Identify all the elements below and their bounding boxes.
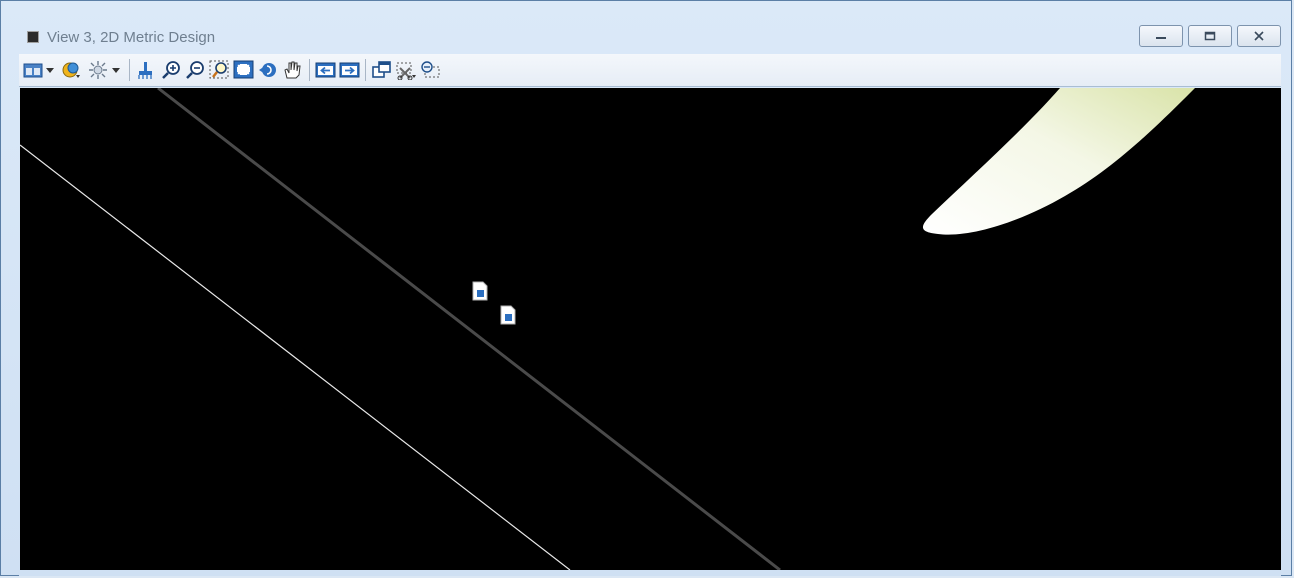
display-style-icon [62,62,80,78]
chevron-down-icon [46,68,54,73]
lighting-button[interactable] [87,59,109,81]
lighting-icon [89,61,107,79]
title-bar[interactable]: View 3, 2D Metric Design [9,21,1285,53]
view-window: View 3, 2D Metric Design [0,0,1292,576]
copy-view-icon [372,61,391,78]
zoom-in-button[interactable] [161,59,183,81]
view-attributes-dropdown[interactable] [43,59,57,81]
update-view-button[interactable] [135,59,157,81]
display-style-button[interactable] [61,59,83,81]
rotate-view-icon [259,63,276,77]
leaf-shape-element[interactable] [922,88,1195,235]
window-bottom-border [19,570,1281,576]
toolbar-separator [129,59,130,81]
chevron-down-icon [112,68,120,73]
lighting-dropdown[interactable] [109,59,123,81]
pan-view-icon [284,61,301,79]
close-icon [1254,31,1264,41]
clip-mask-icon [421,61,440,78]
restore-button[interactable] [1188,25,1232,47]
window-area-button[interactable] [209,59,231,81]
clip-volume-button[interactable] [395,59,417,81]
rotate-view-button[interactable] [257,59,279,81]
minimize-button[interactable] [1139,25,1183,47]
zoom-out-button[interactable] [185,59,207,81]
view-next-icon [339,62,360,78]
fit-view-icon [233,60,254,79]
design-graphics [20,88,1195,570]
toolbar-separator [365,59,366,81]
view-toolbar [19,54,1281,87]
document-icon [500,305,516,325]
thick-element-line[interactable] [157,88,781,570]
document-icon [472,281,488,301]
thin-element-line[interactable] [20,144,571,570]
restore-icon [1204,31,1216,41]
clip-mask-button[interactable] [419,59,441,81]
view-previous-icon [315,62,336,78]
minimize-icon [1156,37,1166,39]
close-button[interactable] [1237,25,1281,47]
pan-view-button[interactable] [281,59,303,81]
view-next-button[interactable] [339,59,361,81]
view-attributes-icon [23,63,43,78]
clip-volume-icon [396,62,416,80]
view-previous-button[interactable] [315,59,337,81]
window-title: View 3, 2D Metric Design [47,29,216,46]
window-controls [1139,25,1281,47]
view-attributes-button[interactable] [23,59,45,81]
zoom-in-icon [162,61,180,79]
toolbar-separator [309,59,310,81]
fit-view-button[interactable] [233,59,255,81]
update-view-icon [138,62,152,79]
view-window-icon [27,31,39,43]
view-canvas[interactable] [20,88,1281,570]
raster-reference-marker[interactable] [472,281,488,301]
copy-view-button[interactable] [371,59,393,81]
raster-reference-marker[interactable] [500,305,516,325]
zoom-out-icon [186,61,204,79]
window-area-icon [209,60,229,79]
